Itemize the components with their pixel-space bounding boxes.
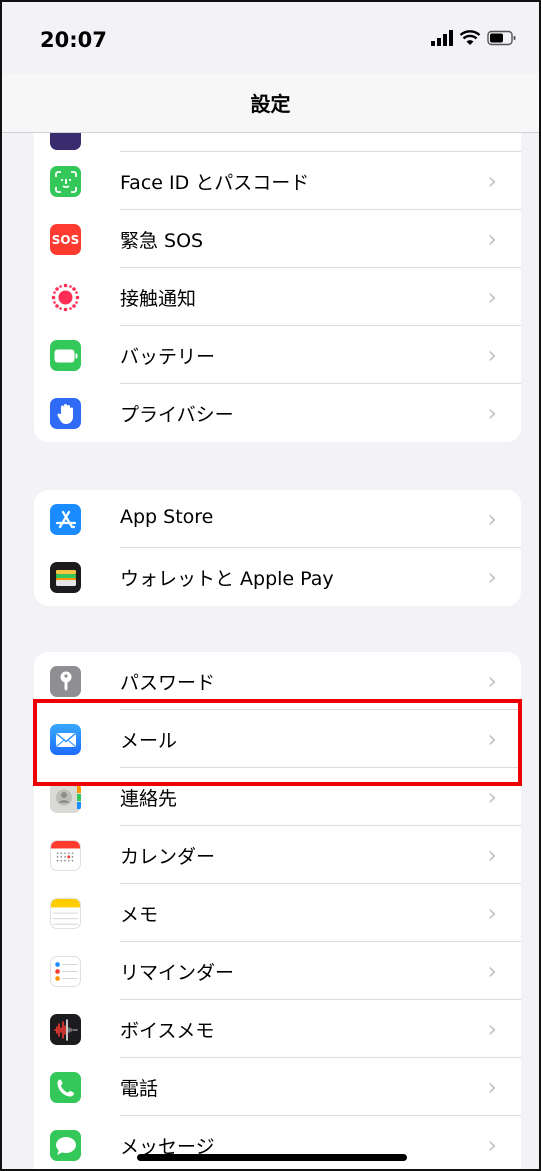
settings-row-notes[interactable]: メモ › <box>34 884 521 942</box>
settings-row-label: 接触通知 <box>120 288 197 310</box>
face-id-icon <box>50 166 81 197</box>
list-item-partial[interactable] <box>34 133 521 152</box>
chevron-right-icon: › <box>487 1015 497 1043</box>
settings-row-label: メモ <box>120 904 159 926</box>
chevron-right-icon: › <box>487 225 497 253</box>
calendar-icon <box>50 840 81 871</box>
settings-row-label: ウォレットと Apple Pay <box>120 568 334 590</box>
reminders-icon <box>50 956 81 987</box>
chevron-right-icon: › <box>487 283 497 311</box>
chevron-right-icon: › <box>487 899 497 927</box>
settings-row-exposure[interactable]: 接触通知 › <box>34 268 521 326</box>
exposure-notification-icon <box>50 282 81 313</box>
chevron-right-icon: › <box>487 399 497 427</box>
settings-row-messages[interactable]: メッセージ › <box>34 1116 521 1169</box>
sos-icon-text: SOS <box>51 232 80 247</box>
settings-row-label: プライバシー <box>120 404 234 426</box>
status-icons <box>431 30 517 46</box>
settings-row-battery[interactable]: バッテリー › <box>34 326 521 384</box>
chevron-right-icon: › <box>487 957 497 985</box>
chevron-right-icon: › <box>487 667 497 695</box>
page-title: 設定 <box>250 92 291 116</box>
settings-row-label: Face ID とパスコード <box>120 172 310 194</box>
navigation-bar: 設定 <box>2 74 539 133</box>
partial-setting-icon <box>50 133 81 150</box>
settings-row-phone[interactable]: 電話 › <box>34 1058 521 1116</box>
voice-memos-icon <box>50 1014 81 1045</box>
sos-icon: SOS <box>50 224 81 255</box>
app-store-icon <box>50 504 81 535</box>
settings-group-store: App Store › ウォレットと Apple Pay › <box>34 490 521 606</box>
settings-row-wallet[interactable]: ウォレットと Apple Pay › <box>34 548 521 606</box>
wallet-icon <box>50 562 81 593</box>
contacts-icon <box>50 782 81 813</box>
chevron-right-icon: › <box>487 505 497 533</box>
settings-row-label: カレンダー <box>120 846 216 868</box>
settings-row-calendar[interactable]: カレンダー › <box>34 826 521 884</box>
phone-icon <box>50 1072 81 1103</box>
messages-icon <box>50 1130 81 1161</box>
chevron-right-icon: › <box>487 783 497 811</box>
key-icon <box>50 666 81 697</box>
wifi-icon <box>459 30 481 45</box>
settings-row-reminders[interactable]: リマインダー › <box>34 942 521 1000</box>
notes-icon <box>50 898 81 929</box>
battery-status-icon <box>487 30 516 46</box>
settings-group-security: Face ID とパスコード › SOS 緊急 SOS › 接触通知 › バッテ… <box>34 133 521 442</box>
settings-row-privacy[interactable]: プライバシー › <box>34 384 521 442</box>
settings-row-label: 緊急 SOS <box>120 230 204 252</box>
status-bar: 20:07 <box>2 2 539 74</box>
phone-screen: 20:07 設定 Face ID とパスコード › SOS 緊急 SOS › 接… <box>0 0 541 1171</box>
chevron-right-icon: › <box>487 1073 497 1101</box>
chevron-right-icon: › <box>487 341 497 369</box>
chevron-right-icon: › <box>487 841 497 869</box>
hand-icon <box>50 398 81 429</box>
settings-row-label: App Store <box>120 506 214 528</box>
settings-row-app-store[interactable]: App Store › <box>34 490 521 548</box>
chevron-right-icon: › <box>487 167 497 195</box>
home-indicator[interactable] <box>137 1154 407 1161</box>
settings-row-label: リマインダー <box>120 962 235 984</box>
settings-row-label: バッテリー <box>120 346 216 368</box>
mail-highlight-box <box>33 699 522 786</box>
settings-row-label: 電話 <box>120 1078 159 1100</box>
settings-row-emergency-sos[interactable]: SOS 緊急 SOS › <box>34 210 521 268</box>
cellular-signal-icon <box>431 30 453 46</box>
status-time: 20:07 <box>40 28 107 52</box>
settings-row-label: パスワード <box>120 672 216 694</box>
chevron-right-icon: › <box>487 1131 497 1159</box>
chevron-right-icon: › <box>487 563 497 591</box>
settings-row-label: 連絡先 <box>120 788 178 810</box>
battery-icon <box>50 340 81 371</box>
settings-row-voice-memos[interactable]: ボイスメモ › <box>34 1000 521 1058</box>
settings-row-face-id[interactable]: Face ID とパスコード › <box>34 152 521 210</box>
settings-row-label: ボイスメモ <box>120 1020 215 1042</box>
